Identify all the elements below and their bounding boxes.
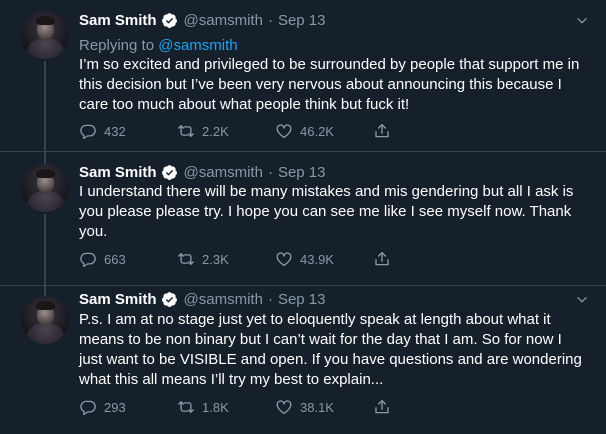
tweet-date[interactable]: Sep 13 xyxy=(278,12,326,29)
tweet-thread: Sam Smith @samsmith · Sep 13 Replying to… xyxy=(0,0,606,434)
author-handle[interactable]: @samsmith xyxy=(184,12,263,29)
retweet-icon xyxy=(178,125,194,137)
separator-dot: · xyxy=(267,290,273,308)
reply-count: 293 xyxy=(104,399,126,415)
share-button[interactable] xyxy=(373,397,391,417)
replying-mention-link[interactable]: @samsmith xyxy=(158,37,237,54)
retweet-button[interactable]: 1.8K xyxy=(177,397,229,417)
author-handle[interactable]: @samsmith xyxy=(184,164,263,181)
share-icon xyxy=(375,123,389,138)
verified-badge-icon xyxy=(161,12,177,28)
tweet-actions: 432 2.2K 46.2K xyxy=(79,121,399,141)
like-button[interactable]: 43.9K xyxy=(275,249,334,269)
reply-count: 432 xyxy=(104,123,126,139)
tweet[interactable]: Sam Smith @samsmith · Sep 13 P.s. I am a… xyxy=(0,286,606,434)
like-count: 46.2K xyxy=(300,123,334,139)
retweet-count: 2.2K xyxy=(202,123,229,139)
share-icon xyxy=(375,399,389,414)
reply-icon xyxy=(80,400,96,416)
separator-dot: · xyxy=(267,11,273,29)
like-count: 43.9K xyxy=(300,251,334,267)
avatar[interactable] xyxy=(21,164,69,212)
chevron-down-icon[interactable] xyxy=(575,293,589,307)
tweet-text: I understand there will be many mistakes… xyxy=(79,183,574,240)
heart-icon xyxy=(276,252,292,267)
tweet[interactable]: Sam Smith @samsmith · Sep 13 I understan… xyxy=(0,152,606,286)
thread-connector xyxy=(44,214,46,286)
verified-badge-icon xyxy=(161,164,177,180)
heart-icon xyxy=(276,400,292,415)
tweet-actions: 663 2.3K 43.9K xyxy=(79,249,399,269)
verified-badge-icon xyxy=(161,291,177,307)
avatar[interactable] xyxy=(21,11,69,59)
replying-to: Replying to @samsmith xyxy=(79,37,238,54)
tweet-date[interactable]: Sep 13 xyxy=(278,164,326,181)
chevron-down-icon[interactable] xyxy=(575,14,589,28)
retweet-icon xyxy=(178,401,194,413)
thread-connector xyxy=(44,286,46,296)
thread-connector xyxy=(44,152,46,164)
share-button[interactable] xyxy=(373,249,391,269)
like-button[interactable]: 38.1K xyxy=(275,397,334,417)
tweet-header: Sam Smith @samsmith · Sep 13 xyxy=(79,10,325,30)
separator-dot: · xyxy=(267,163,273,181)
thread-connector xyxy=(44,61,46,152)
retweet-button[interactable]: 2.2K xyxy=(177,121,229,141)
reply-button[interactable]: 293 xyxy=(79,397,126,417)
author-handle[interactable]: @samsmith xyxy=(184,291,263,308)
author-name[interactable]: Sam Smith xyxy=(79,291,157,308)
author-name[interactable]: Sam Smith xyxy=(79,164,157,181)
heart-icon xyxy=(276,124,292,139)
share-button[interactable] xyxy=(373,121,391,141)
tweet-header: Sam Smith @samsmith · Sep 13 xyxy=(79,162,325,182)
like-count: 38.1K xyxy=(300,399,334,415)
tweet-actions: 293 1.8K 38.1K xyxy=(79,397,399,417)
reply-icon xyxy=(80,124,96,140)
tweet-text: I’m so excited and privileged to be surr… xyxy=(79,56,580,113)
retweet-icon xyxy=(178,253,194,265)
reply-button[interactable]: 663 xyxy=(79,249,126,269)
tweet-header: Sam Smith @samsmith · Sep 13 xyxy=(79,289,325,309)
avatar[interactable] xyxy=(21,296,69,344)
tweet[interactable]: Sam Smith @samsmith · Sep 13 Replying to… xyxy=(0,0,606,152)
author-name[interactable]: Sam Smith xyxy=(79,12,157,29)
share-icon xyxy=(375,251,389,266)
like-button[interactable]: 46.2K xyxy=(275,121,334,141)
reply-icon xyxy=(80,252,96,268)
retweet-count: 1.8K xyxy=(202,399,229,415)
retweet-button[interactable]: 2.3K xyxy=(177,249,229,269)
reply-count: 663 xyxy=(104,251,126,267)
tweet-date[interactable]: Sep 13 xyxy=(278,291,326,308)
tweet-text: P.s. I am at no stage just yet to eloque… xyxy=(79,311,582,388)
retweet-count: 2.3K xyxy=(202,251,229,267)
reply-button[interactable]: 432 xyxy=(79,121,126,141)
replying-label: Replying to xyxy=(79,37,159,54)
